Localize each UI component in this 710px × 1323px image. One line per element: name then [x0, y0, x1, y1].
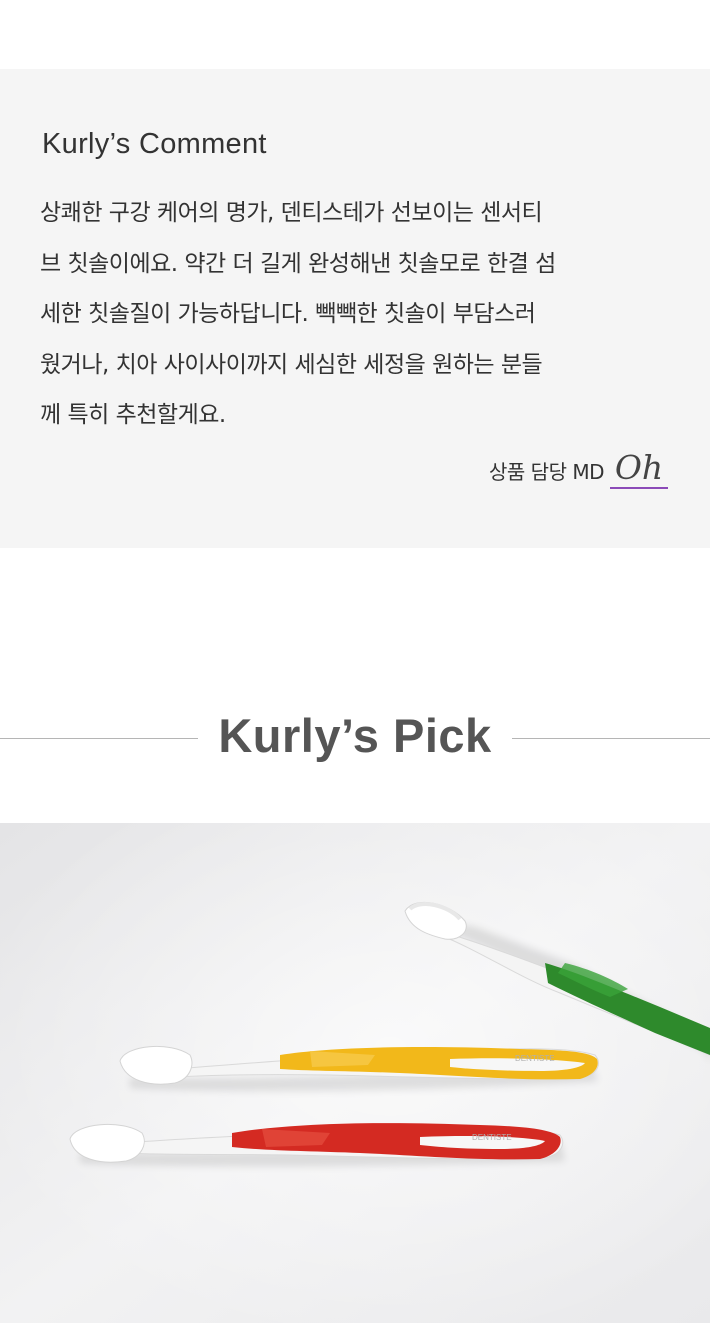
- divider-left: [0, 738, 198, 739]
- kurlys-pick-header: Kurly’s Pick: [0, 690, 710, 786]
- comment-title: Kurly’s Comment: [42, 128, 267, 160]
- divider-right: [512, 738, 710, 739]
- signature-label: 상품 담당 MD: [489, 460, 604, 484]
- brand-mark-red: DENTISTE: [472, 1133, 512, 1142]
- brand-mark-yellow: DENTISTE: [515, 1054, 555, 1063]
- comment-body: 상쾌한 구강 케어의 명가, 덴티스테가 선보이는 센서티 브 칫솔이에요. 약…: [40, 200, 556, 428]
- pick-title: Kurly’s Pick: [218, 709, 492, 762]
- product-photo: DENTISTE DENTISTE: [0, 823, 710, 1323]
- signature-handwriting: Oh: [610, 449, 668, 489]
- md-signature: 상품 담당 MD Oh: [489, 449, 668, 489]
